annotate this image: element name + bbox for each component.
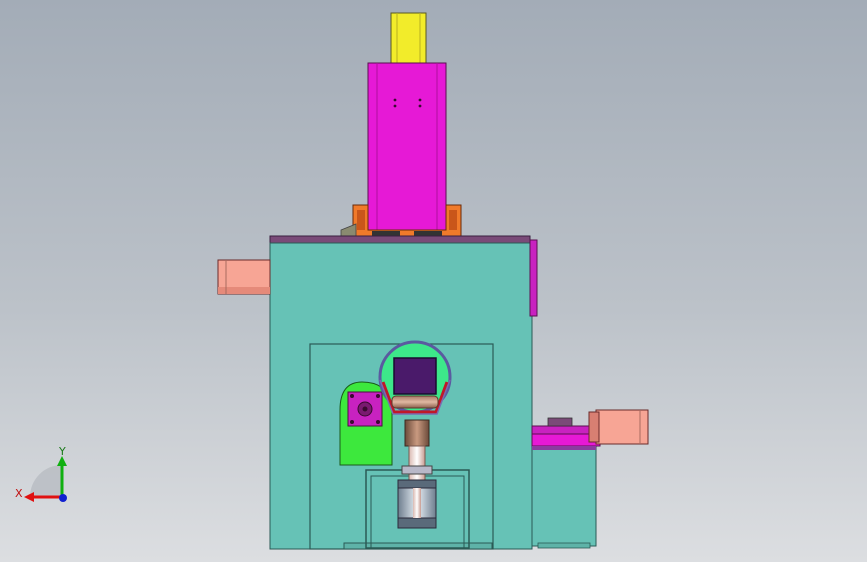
cad-scene[interactable]: Y X	[0, 0, 867, 562]
x-axis-label: X	[15, 487, 23, 500]
purple-block[interactable]	[393, 357, 437, 395]
right-teal-block[interactable]	[531, 445, 597, 547]
left-rail-end[interactable]	[217, 259, 271, 295]
z-axis-dot	[59, 494, 67, 502]
yellow-coupling[interactable]	[390, 12, 427, 64]
magenta-motor-body[interactable]	[367, 62, 447, 234]
brown-coupling[interactable]	[404, 419, 430, 447]
piston-rod[interactable]	[408, 445, 426, 481]
top-plate[interactable]	[269, 235, 531, 244]
y-axis-label: Y	[58, 445, 66, 458]
roller[interactable]	[391, 395, 439, 409]
side-magenta-plate[interactable]	[529, 239, 538, 317]
cad-viewport[interactable]: Y X	[0, 0, 867, 562]
